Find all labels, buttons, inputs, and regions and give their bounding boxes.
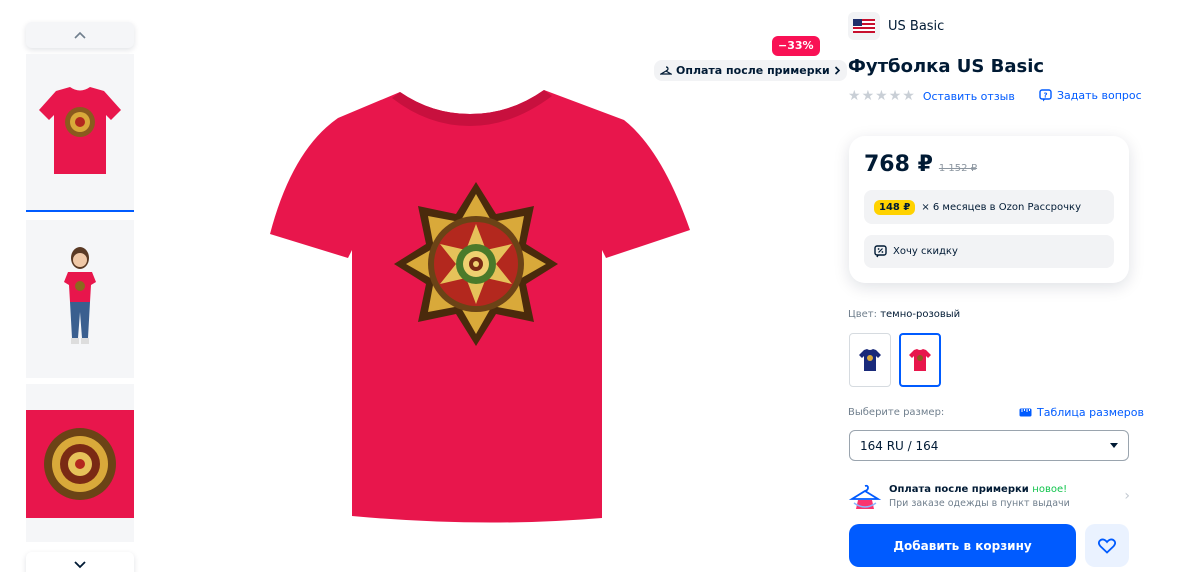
tshirt-crimson-image (909, 349, 931, 371)
thumbnail-print-detail[interactable] (26, 384, 134, 542)
tshirt-navy-image (859, 349, 881, 371)
us-flag-icon (853, 19, 875, 33)
mandala-detail-image (26, 410, 134, 518)
color-swatch-crimson[interactable] (899, 333, 941, 387)
thumbnail-front[interactable] (26, 54, 134, 212)
fitting-text: Оплата после примерки новое! При заказе … (889, 484, 1124, 509)
rating-row: ★ ★ ★ ★ ★ Оставить отзыв (848, 89, 1015, 103)
fitting-title-text: Оплата после примерки (889, 483, 1029, 495)
question-bubble-icon: ? (1039, 89, 1052, 102)
price-row: 768 ₽ 1 152 ₽ (864, 152, 977, 177)
ruler-icon (1019, 408, 1032, 417)
color-label-prefix: Цвет: (848, 309, 878, 320)
brand-logo (848, 12, 880, 40)
old-price: 1 152 ₽ (938, 163, 978, 174)
size-table-label: Таблица размеров (1037, 406, 1144, 419)
hanger-shirt-icon (848, 484, 882, 509)
svg-text:?: ? (1043, 92, 1047, 100)
current-price: 768 ₽ (864, 152, 933, 177)
new-badge: новое! (1032, 483, 1068, 495)
main-product-image[interactable] (262, 80, 698, 528)
star-icon: ★ (888, 88, 902, 104)
size-selected-value: 164 RU / 164 (860, 438, 939, 453)
installment-amount-badge: 148 ₽ (874, 199, 916, 215)
product-title: Футболка US Basic (848, 56, 1045, 77)
hanger-icon (660, 65, 672, 75)
chevron-up-icon (74, 31, 86, 39)
ask-question-link[interactable]: ? Задать вопрос (1039, 89, 1142, 102)
star-icon: ★ (902, 88, 915, 104)
fitting-title: Оплата после примерки новое! (889, 484, 1124, 495)
color-label: Цвет: темно-розовый (848, 309, 960, 320)
add-to-cart-button[interactable]: Добавить в корзину (849, 524, 1076, 567)
fitting-subtitle: При заказе одежды в пункт выдачи (889, 497, 1070, 509)
size-select[interactable]: 164 RU / 164 (849, 430, 1129, 461)
child-model-image (64, 247, 96, 344)
want-discount-label: Хочу скидку (893, 246, 958, 257)
star-icon: ★ (861, 88, 875, 104)
installment-text: × 6 месяцев в Ozon Рассрочку (921, 201, 1081, 213)
brand-name: US Basic (888, 18, 945, 34)
installment-offer[interactable]: 148 ₽ × 6 месяцев в Ozon Рассрочку (864, 190, 1114, 224)
tshirt-thumbnail-image (39, 87, 121, 174)
star-icon: ★ (848, 88, 861, 104)
fitting-payment-chip[interactable]: Оплата после примерки (654, 60, 847, 81)
heart-icon (1098, 538, 1116, 554)
ask-question-label: Задать вопрос (1057, 89, 1142, 102)
chevron-down-icon (74, 561, 86, 569)
mandala-print (394, 182, 558, 346)
rating-stars: ★ ★ ★ ★ ★ (848, 89, 915, 103)
color-value: темно-розовый (880, 309, 961, 320)
thumbnail-model[interactable] (26, 220, 134, 378)
brand-link[interactable]: US Basic (848, 12, 944, 40)
size-table-link[interactable]: Таблица размеров (1019, 406, 1144, 419)
leave-review-link[interactable]: Оставить отзыв (923, 90, 1015, 103)
price-card: 768 ₽ 1 152 ₽ 148 ₽ × 6 месяцев в Ozon Р… (849, 136, 1129, 283)
thumbnail-active-indicator (26, 210, 134, 212)
dropdown-arrow-icon (1110, 443, 1118, 448)
star-icon: ★ (875, 88, 888, 104)
thumbnails-scroll-up-button[interactable] (26, 22, 134, 48)
want-discount-button[interactable]: Хочу скидку (864, 235, 1114, 268)
fitting-info-block[interactable]: Оплата после примерки новое! При заказе … (848, 478, 1130, 514)
color-swatch-navy[interactable] (849, 333, 891, 387)
discount-badge: −33% (772, 36, 820, 56)
chevron-right-icon (834, 66, 840, 75)
favorite-button[interactable] (1085, 524, 1129, 567)
size-label: Выберите размер: (848, 407, 945, 418)
chevron-right-icon: › (1124, 488, 1130, 504)
thumbnails-scroll-down-button[interactable] (26, 552, 134, 572)
fitting-chip-label: Оплата после примерки (676, 64, 830, 77)
discount-tag-icon (874, 245, 887, 258)
